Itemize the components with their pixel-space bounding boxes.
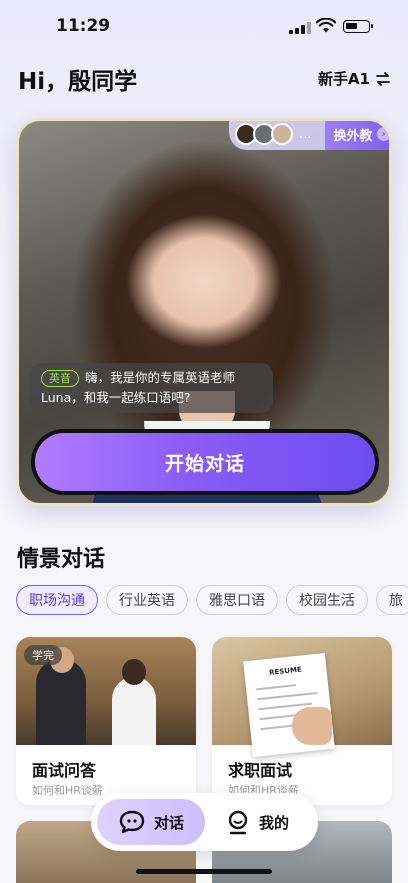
chat-bubble-icon	[119, 810, 145, 834]
status-bar: 11:29	[0, 0, 408, 54]
battery-icon	[343, 20, 373, 33]
scene-image: 学完	[16, 637, 196, 745]
scene-card-title: 面试问答	[32, 761, 97, 780]
tutor-hero-card: ... 换外教 › 英音 嗨，我是你的专属英语老师Luna，和我一起练口语吧? 开…	[16, 118, 392, 506]
start-conversation-button[interactable]: 开始对话	[31, 429, 379, 495]
accent-tag: 英音	[41, 370, 79, 387]
tab-industry-english[interactable]: 行业英语	[106, 585, 188, 615]
completed-badge: 学完	[24, 645, 62, 665]
level-switcher[interactable]: 新手A1	[318, 68, 390, 89]
tab-ielts-speaking[interactable]: 雅思口语	[196, 585, 278, 615]
greeting-title: Hi，殷同学	[18, 69, 138, 95]
scene-illustration	[292, 707, 332, 745]
start-conversation-label: 开始对话	[35, 433, 375, 491]
profile-icon	[228, 810, 248, 835]
more-tutors-indicator: ...	[299, 126, 312, 142]
scene-card-title: 求职面试	[228, 761, 293, 780]
scene-illustration	[112, 677, 156, 745]
level-label: 新手A1	[317, 70, 370, 88]
switch-tutor-control[interactable]: ... 换外教 ›	[229, 121, 389, 150]
tab-conversation-label: 对话	[153, 813, 184, 832]
swap-arrows-icon	[376, 71, 390, 86]
scene-card-interview-qa[interactable]: 学完 面试问答 如何和HR谈薪	[16, 637, 196, 805]
scene-image: RESUME	[212, 637, 392, 758]
chevron-right-icon: ›	[376, 127, 389, 141]
tab-workplace[interactable]: 职场沟通	[16, 585, 98, 615]
scene-card-job-interview[interactable]: RESUME 求职面试 如何和HR谈薪	[212, 637, 392, 805]
tutor-avatars: ...	[229, 121, 325, 150]
category-tabs: 职场沟通 行业英语 雅思口语 校园生活 旅	[16, 585, 408, 615]
tab-profile-label: 我的	[258, 813, 289, 832]
bottom-tab-bar: 对话 我的	[91, 793, 318, 851]
tab-conversation[interactable]: 对话	[97, 799, 205, 845]
tab-campus-life[interactable]: 校园生活	[286, 585, 368, 615]
switch-tutor-label: 换外教	[333, 128, 373, 144]
tab-profile[interactable]: 我的	[205, 799, 309, 845]
scene-illustration	[122, 659, 146, 685]
avatar	[271, 123, 293, 145]
section-title: 情景对话	[17, 547, 106, 572]
wifi-icon	[316, 18, 336, 33]
switch-tutor-button[interactable]: 换外教 ›	[325, 121, 389, 150]
status-time: 11:29	[56, 16, 111, 36]
resume-heading: RESUME	[268, 665, 303, 677]
cellular-signal-icon	[289, 22, 311, 34]
tutor-greeting-bubble: 英音 嗨，我是你的专属英语老师Luna，和我一起练口语吧?	[29, 363, 273, 413]
scene-card-subtitle: 如何和HR谈薪	[32, 784, 103, 797]
tab-travel[interactable]: 旅	[376, 585, 408, 615]
home-indicator	[136, 869, 272, 874]
